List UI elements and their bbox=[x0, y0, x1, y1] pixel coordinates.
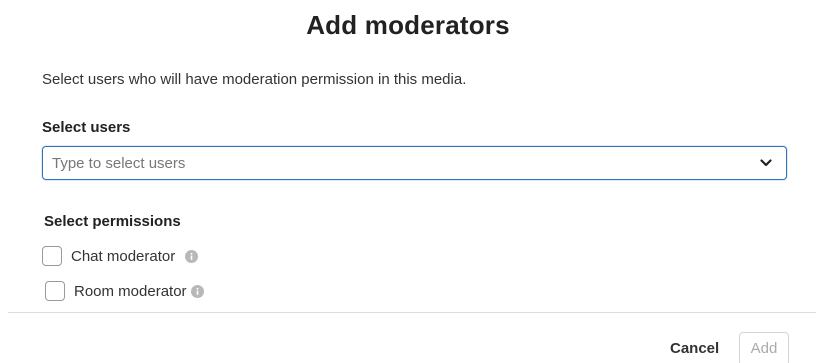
permission-row-chat-moderator[interactable]: Chat moderator bbox=[42, 246, 199, 266]
permission-row-room-moderator[interactable]: Room moderator bbox=[45, 281, 204, 301]
dialog-title: Add moderators bbox=[306, 10, 510, 40]
chat-moderator-label[interactable]: Chat moderator bbox=[71, 248, 175, 265]
room-moderator-label[interactable]: Room moderator bbox=[74, 283, 187, 300]
add-button[interactable]: Add bbox=[739, 332, 789, 363]
chevron-down-icon[interactable] bbox=[760, 158, 772, 168]
cancel-button[interactable]: Cancel bbox=[662, 332, 727, 363]
info-icon[interactable] bbox=[185, 249, 199, 263]
footer-divider bbox=[8, 312, 816, 313]
select-users-label: Select users bbox=[42, 119, 131, 136]
select-permissions-label: Select permissions bbox=[44, 213, 181, 230]
chat-moderator-checkbox[interactable] bbox=[42, 246, 62, 266]
room-moderator-checkbox[interactable] bbox=[45, 281, 65, 301]
select-users-input[interactable] bbox=[52, 147, 742, 179]
dialog-description: Select users who will have moderation pe… bbox=[42, 71, 467, 88]
info-icon[interactable] bbox=[190, 284, 204, 298]
add-moderators-dialog: Add moderators Select users who will hav… bbox=[0, 0, 816, 363]
select-users-dropdown[interactable] bbox=[42, 146, 787, 180]
